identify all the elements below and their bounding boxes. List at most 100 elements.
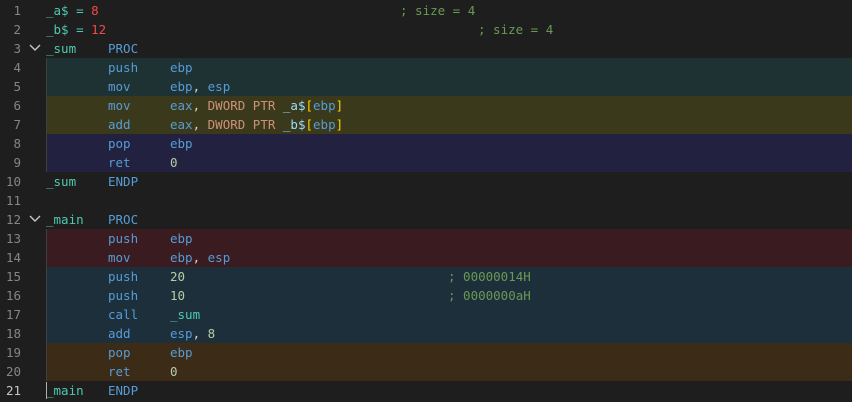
line-number: 17 [5, 307, 21, 322]
code-line[interactable]: 11 [0, 191, 852, 210]
code-line[interactable]: 14 mov ebp, esp [0, 248, 852, 267]
code-line[interactable]: 18 add esp, 8 [0, 324, 852, 343]
instruction-mnemonic: mov [108, 98, 131, 113]
code-comment: ; size = 4 [478, 22, 554, 37]
operand-space [275, 98, 283, 113]
line-highlight-band [46, 77, 852, 96]
code-line[interactable]: 17 call _sum [0, 305, 852, 324]
operand-register: ebp [313, 98, 336, 113]
symbol-name: _a$ = [46, 3, 92, 18]
code-line[interactable]: 9 ret 0 [0, 153, 852, 172]
code-line[interactable]: 1 _a$ = 8 ; size = 4 [0, 1, 852, 20]
operand-size-keyword: DWORD PTR [207, 117, 276, 132]
operand-symbol: _sum [170, 307, 201, 322]
code-comment: ; 00000014H [448, 269, 531, 284]
instruction-mnemonic: PROC [108, 41, 139, 56]
line-number: 8 [13, 136, 21, 151]
operand-space [275, 117, 283, 132]
line-highlight-band [46, 153, 852, 172]
instruction-operands: eax, DWORD PTR _a$[ebp] [170, 96, 343, 115]
code-line[interactable]: 3 _sum PROC [0, 39, 852, 58]
code-line[interactable]: 2 _b$ = 12 ; size = 4 [0, 20, 852, 39]
instruction-operands: ebp, esp [170, 248, 230, 267]
operand-register: eax [170, 98, 193, 113]
operand-register: ebp [313, 117, 336, 132]
chevron-down-icon[interactable] [28, 210, 42, 229]
code-line[interactable]: 15 push 20 ; 00000014H [0, 267, 852, 286]
code-line[interactable]: 19 pop ebp [0, 343, 852, 362]
instruction-mnemonic: add [108, 326, 131, 341]
symbol-name: _sum [46, 41, 77, 56]
code-line[interactable]: 12 _main PROC [0, 210, 852, 229]
line-number: 11 [5, 193, 21, 208]
line-number: 12 [5, 212, 21, 227]
code-line[interactable]: 4 push ebp [0, 58, 852, 77]
instruction-mnemonic: PROC [108, 212, 139, 227]
code-line[interactable]: 8 pop ebp [0, 134, 852, 153]
instruction-mnemonic: push [108, 60, 139, 75]
instruction-mnemonic: push [108, 231, 139, 246]
line-number: 5 [13, 79, 21, 94]
instruction-operands: ebp [170, 134, 193, 153]
operand-bracket: [ [305, 98, 314, 113]
instruction-mnemonic: push [108, 269, 139, 284]
constant-value: 12 [91, 22, 107, 37]
line-number: 1 [13, 3, 21, 18]
instruction-operands: 20 [170, 267, 185, 286]
operand-bracket: [ [305, 117, 314, 132]
operand-number: 10 [170, 288, 186, 303]
instruction-operands: ebp, esp [170, 77, 230, 96]
line-number: 2 [13, 22, 21, 37]
instruction-mnemonic: ret [108, 155, 131, 170]
line-number: 4 [13, 60, 21, 75]
code-editor[interactable]: 1 _a$ = 8 ; size = 4 2 _b$ = 12 ; size = 4 3 _s… [0, 0, 852, 402]
symbol-name: _sum [46, 174, 77, 189]
instruction-operands: ebp [170, 229, 193, 248]
operand-separator: , [192, 326, 208, 341]
label-column: _sum [46, 39, 76, 58]
operand-number: 20 [170, 269, 186, 284]
instruction-mnemonic: mov [108, 79, 131, 94]
operand-register: esp [207, 250, 231, 265]
line-highlight-band [46, 248, 852, 267]
operand-register: esp [207, 79, 231, 94]
code-line[interactable]: 13 push ebp [0, 229, 852, 248]
code-line[interactable]: 5 mov ebp, esp [0, 77, 852, 96]
instruction-operands: 10 [170, 286, 185, 305]
chevron-down-icon[interactable] [28, 39, 42, 58]
operand-number: 0 [170, 364, 178, 379]
code-comment: ; size = 4 [400, 3, 476, 18]
operand-separator: , [192, 250, 208, 265]
line-number: 19 [5, 345, 21, 360]
operand-separator: , [192, 79, 208, 94]
line-number: 3 [13, 41, 21, 56]
symbol-name: _b$ = [46, 22, 92, 37]
instruction-mnemonic: ENDP [108, 383, 139, 398]
code-line[interactable]: 7 add eax, DWORD PTR _b$[ebp] [0, 115, 852, 134]
operand-separator: , [192, 117, 208, 132]
line-highlight-band [46, 362, 852, 381]
line-number: 6 [13, 98, 21, 113]
instruction-operands: ebp [170, 58, 193, 77]
line-number: 14 [5, 250, 21, 265]
code-line[interactable]: 6 mov eax, DWORD PTR _a$[ebp] [0, 96, 852, 115]
operand-number: 0 [170, 155, 178, 170]
label-column: _a$ = 8 [46, 1, 99, 20]
line-highlight-band [46, 324, 852, 343]
code-line[interactable]: 10 _sum ENDP [0, 172, 852, 191]
operand-register: ebp [170, 60, 193, 75]
operand-register: ebp [170, 136, 193, 151]
instruction-mnemonic: push [108, 288, 139, 303]
line-highlight-band [46, 229, 852, 248]
code-line[interactable]: 20 ret 0 [0, 362, 852, 381]
symbol-name: _main [46, 212, 84, 227]
instruction-mnemonic: call [108, 307, 139, 322]
code-comment: ; 0000000aH [448, 288, 531, 303]
operand-variable: _a$ [282, 98, 306, 113]
line-highlight-band [46, 305, 852, 324]
code-line[interactable]: 16 push 10 ; 0000000aH [0, 286, 852, 305]
code-line[interactable]: 21 _main ENDP [0, 381, 852, 400]
line-highlight-band [46, 115, 852, 134]
line-number: 15 [5, 269, 21, 284]
instruction-operands: eax, DWORD PTR _b$[ebp] [170, 115, 343, 134]
